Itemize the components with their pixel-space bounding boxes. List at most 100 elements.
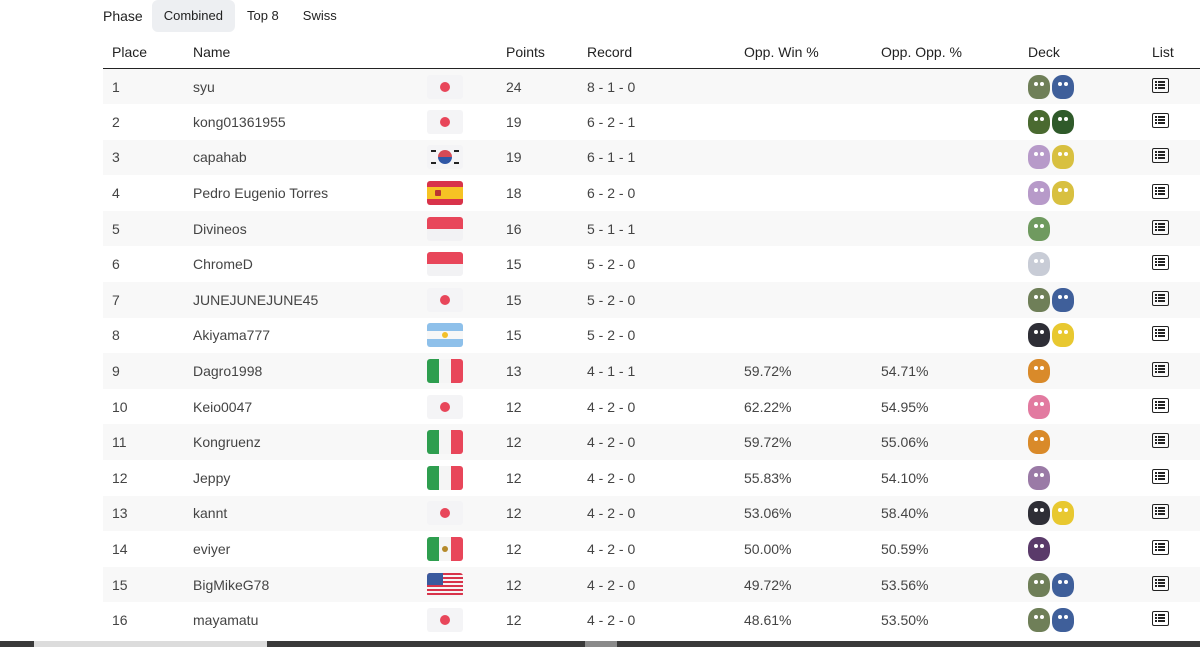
deck-cell[interactable] — [1028, 531, 1152, 567]
decklist-icon[interactable] — [1152, 397, 1169, 413]
decklist-icon[interactable] — [1152, 219, 1169, 235]
decklist-icon[interactable] — [1152, 611, 1169, 627]
list-cell[interactable] — [1152, 460, 1200, 496]
list-cell[interactable] — [1152, 140, 1200, 176]
player-name[interactable]: Divineos — [193, 211, 427, 247]
list-cell[interactable] — [1152, 282, 1200, 318]
list-cell[interactable] — [1152, 104, 1200, 140]
table-row[interactable]: 5 Divineos 16 5 - 1 - 1 — [103, 210, 1200, 247]
decklist-icon[interactable] — [1152, 433, 1169, 449]
table-row[interactable]: 13 kannt 12 4 - 2 - 0 53.06% 58.40% — [103, 495, 1200, 532]
list-cell[interactable] — [1152, 389, 1200, 425]
player-name[interactable]: JUNEJUNEJUNE45 — [193, 282, 427, 318]
table-row[interactable]: 14 eviyer 12 4 - 2 - 0 50.00% 50.59% — [103, 531, 1200, 567]
deck-icons[interactable] — [1028, 605, 1152, 635]
table-row[interactable]: 11 Kongruenz 12 4 - 2 - 0 59.72% 55.06% — [103, 424, 1200, 461]
list-cell[interactable] — [1152, 602, 1200, 638]
player-name[interactable]: Keio0047 — [193, 389, 427, 425]
deck-cell[interactable] — [1028, 602, 1152, 638]
tab-swiss[interactable]: Swiss — [291, 0, 349, 32]
deck-icons[interactable] — [1028, 534, 1152, 564]
decklist-icon[interactable] — [1152, 504, 1169, 520]
list-cell[interactable] — [1152, 318, 1200, 354]
deck-icons[interactable] — [1028, 249, 1152, 279]
deck-cell[interactable] — [1028, 567, 1152, 603]
list-cell[interactable] — [1152, 175, 1200, 211]
player-name[interactable]: kong01361955 — [193, 104, 427, 140]
table-row[interactable]: 15 BigMikeG78 12 4 - 2 - 0 49.72% 53.56% — [103, 566, 1200, 603]
deck-icons[interactable] — [1028, 463, 1152, 493]
list-cell[interactable] — [1152, 69, 1200, 105]
deck-cell[interactable] — [1028, 104, 1152, 140]
list-cell[interactable] — [1152, 567, 1200, 603]
table-row[interactable]: 4 Pedro Eugenio Torres 18 6 - 2 - 0 — [103, 175, 1200, 211]
header-opp-opp[interactable]: Opp. Opp. % — [881, 36, 1028, 69]
scrollbar-thumb[interactable] — [34, 641, 267, 647]
decklist-icon[interactable] — [1152, 326, 1169, 342]
deck-cell[interactable] — [1028, 246, 1152, 282]
decklist-icon[interactable] — [1152, 468, 1169, 484]
tab-combined[interactable]: Combined — [151, 0, 235, 32]
deck-cell[interactable] — [1028, 282, 1152, 318]
player-name[interactable]: BigMikeG78 — [193, 567, 427, 603]
player-name[interactable]: ChromeD — [193, 246, 427, 282]
list-cell[interactable] — [1152, 211, 1200, 247]
deck-cell[interactable] — [1028, 69, 1152, 105]
player-name[interactable]: kannt — [193, 496, 427, 532]
list-cell[interactable] — [1152, 531, 1200, 567]
table-row[interactable]: 8 Akiyama777 15 5 - 2 - 0 — [103, 318, 1200, 354]
table-row[interactable]: 2 kong01361955 19 6 - 2 - 1 — [103, 104, 1200, 140]
deck-icons[interactable] — [1028, 214, 1152, 244]
deck-cell[interactable] — [1028, 460, 1152, 496]
deck-cell[interactable] — [1028, 389, 1152, 425]
player-name[interactable]: Jeppy — [193, 460, 427, 496]
header-points[interactable]: Points — [506, 36, 587, 69]
deck-icons[interactable] — [1028, 498, 1152, 528]
deck-icons[interactable] — [1028, 392, 1152, 422]
deck-icons[interactable] — [1028, 320, 1152, 350]
decklist-icon[interactable] — [1152, 255, 1169, 271]
header-place[interactable]: Place — [103, 36, 193, 69]
deck-icons[interactable] — [1028, 356, 1152, 386]
player-name[interactable]: capahab — [193, 140, 427, 176]
deck-cell[interactable] — [1028, 353, 1152, 389]
list-cell[interactable] — [1152, 246, 1200, 282]
player-name[interactable]: syu — [193, 69, 427, 105]
table-row[interactable]: 7 JUNEJUNEJUNE45 15 5 - 2 - 0 — [103, 282, 1200, 318]
list-cell[interactable] — [1152, 353, 1200, 389]
deck-icons[interactable] — [1028, 142, 1152, 172]
deck-cell[interactable] — [1028, 424, 1152, 460]
table-row[interactable]: 1 syu 24 8 - 1 - 0 — [103, 68, 1200, 105]
deck-cell[interactable] — [1028, 211, 1152, 247]
player-name[interactable]: mayamatu — [193, 602, 427, 638]
list-cell[interactable] — [1152, 424, 1200, 460]
deck-icons[interactable] — [1028, 427, 1152, 457]
deck-icons[interactable] — [1028, 570, 1152, 600]
header-record[interactable]: Record — [587, 36, 744, 69]
horizontal-scrollbar[interactable] — [0, 641, 1200, 647]
tab-top-8[interactable]: Top 8 — [235, 0, 291, 32]
deck-cell[interactable] — [1028, 496, 1152, 532]
decklist-icon[interactable] — [1152, 362, 1169, 378]
deck-cell[interactable] — [1028, 140, 1152, 176]
decklist-icon[interactable] — [1152, 148, 1169, 164]
header-opp-win[interactable]: Opp. Win % — [744, 36, 881, 69]
decklist-icon[interactable] — [1152, 112, 1169, 128]
table-row[interactable]: 16 mayamatu 12 4 - 2 - 0 48.61% 53.50% — [103, 602, 1200, 638]
player-name[interactable]: Kongruenz — [193, 424, 427, 460]
decklist-icon[interactable] — [1152, 184, 1169, 200]
table-row[interactable]: 3 capahab 19 6 - 1 - 1 — [103, 139, 1200, 176]
deck-icons[interactable] — [1028, 285, 1152, 315]
player-name[interactable]: eviyer — [193, 531, 427, 567]
table-row[interactable]: 12 Jeppy 12 4 - 2 - 0 55.83% 54.10% — [103, 460, 1200, 496]
deck-icons[interactable] — [1028, 178, 1152, 208]
deck-cell[interactable] — [1028, 175, 1152, 211]
deck-icons[interactable] — [1028, 107, 1152, 137]
table-row[interactable]: 6 ChromeD 15 5 - 2 - 0 — [103, 246, 1200, 282]
player-name[interactable]: Akiyama777 — [193, 318, 427, 354]
table-row[interactable]: 9 Dagro1998 13 4 - 1 - 1 59.72% 54.71% — [103, 353, 1200, 389]
table-row[interactable]: 10 Keio0047 12 4 - 2 - 0 62.22% 54.95% — [103, 389, 1200, 425]
deck-icons[interactable] — [1028, 72, 1152, 102]
deck-cell[interactable] — [1028, 318, 1152, 354]
decklist-icon[interactable] — [1152, 575, 1169, 591]
